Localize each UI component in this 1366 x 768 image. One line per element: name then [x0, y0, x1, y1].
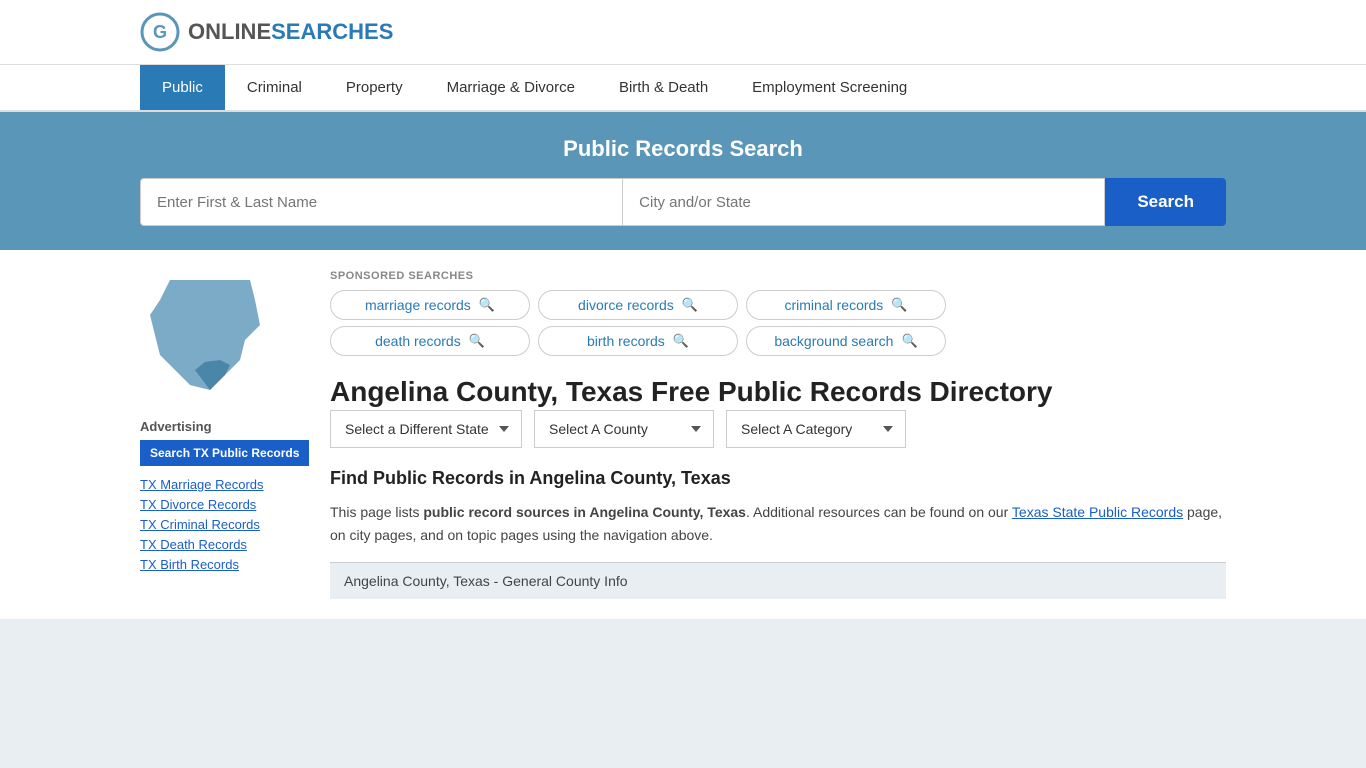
city-input[interactable] — [623, 178, 1105, 226]
tag-death-search-icon: 🔍 — [469, 333, 485, 349]
sponsored-tags-row2: death records 🔍 birth records 🔍 backgrou… — [330, 326, 1226, 356]
tag-death-text: death records — [375, 333, 461, 349]
nav-item-property[interactable]: Property — [324, 65, 425, 110]
category-dropdown[interactable]: Select A Category — [726, 410, 906, 448]
find-bold-1: public record sources in Angelina County… — [423, 504, 746, 520]
tag-divorce-search-icon: 🔍 — [682, 297, 698, 313]
main-nav: Public Criminal Property Marriage & Divo… — [0, 65, 1366, 112]
sponsored-label: SPONSORED SEARCHES — [330, 270, 1226, 282]
sponsored-tags-row1: marriage records 🔍 divorce records 🔍 cri… — [330, 290, 1226, 320]
tag-criminal-text: criminal records — [785, 297, 884, 313]
search-button[interactable]: Search — [1105, 178, 1226, 226]
sidebar: Advertising Search TX Public Records TX … — [140, 270, 310, 599]
state-dropdown[interactable]: Select a Different State — [330, 410, 522, 448]
general-info-bar: Angelina County, Texas - General County … — [330, 562, 1226, 599]
sidebar-link-divorce[interactable]: TX Divorce Records — [140, 496, 310, 512]
page-title: Angelina County, Texas Free Public Recor… — [330, 374, 1226, 410]
find-section-title: Find Public Records in Angelina County, … — [330, 468, 1226, 489]
find-section: Find Public Records in Angelina County, … — [330, 468, 1226, 546]
nav-item-marriage-divorce[interactable]: Marriage & Divorce — [425, 65, 597, 110]
sidebar-link-death[interactable]: TX Death Records — [140, 536, 310, 552]
sidebar-link-marriage[interactable]: TX Marriage Records — [140, 476, 310, 492]
advertising-label: Advertising — [140, 419, 310, 434]
tag-criminal[interactable]: criminal records 🔍 — [746, 290, 946, 320]
logo-online: ONLINE — [188, 19, 271, 44]
tag-birth-search-icon: 🔍 — [673, 333, 689, 349]
tag-birth-text: birth records — [587, 333, 665, 349]
tag-divorce-text: divorce records — [578, 297, 674, 313]
find-text-1: This page lists — [330, 504, 423, 520]
logo: G ONLINESEARCHES — [140, 12, 393, 52]
nav-item-public[interactable]: Public — [140, 65, 225, 110]
tag-marriage-text: marriage records — [365, 297, 471, 313]
texas-records-link[interactable]: Texas State Public Records — [1012, 504, 1183, 520]
tag-background-search-icon: 🔍 — [901, 333, 917, 349]
tag-divorce[interactable]: divorce records 🔍 — [538, 290, 738, 320]
texas-map-icon — [140, 270, 280, 400]
ad-button[interactable]: Search TX Public Records — [140, 440, 309, 466]
nav-item-birth-death[interactable]: Birth & Death — [597, 65, 730, 110]
nav-item-criminal[interactable]: Criminal — [225, 65, 324, 110]
tag-birth[interactable]: birth records 🔍 — [538, 326, 738, 356]
sidebar-link-criminal[interactable]: TX Criminal Records — [140, 516, 310, 532]
nav-item-employment[interactable]: Employment Screening — [730, 65, 929, 110]
page-title-section: Angelina County, Texas Free Public Recor… — [330, 374, 1226, 410]
find-section-text: This page lists public record sources in… — [330, 501, 1226, 546]
search-form: Search — [140, 178, 1226, 226]
tag-background-text: background search — [774, 333, 893, 349]
logo-text: ONLINESEARCHES — [188, 19, 393, 45]
tag-criminal-search-icon: 🔍 — [891, 297, 907, 313]
tag-background[interactable]: background search 🔍 — [746, 326, 946, 356]
logo-searches: SEARCHES — [271, 19, 393, 44]
sidebar-links: TX Marriage Records TX Divorce Records T… — [140, 476, 310, 572]
main-content: Advertising Search TX Public Records TX … — [0, 250, 1366, 619]
logo-icon: G — [140, 12, 180, 52]
svg-text:G: G — [153, 22, 167, 42]
search-banner-title: Public Records Search — [140, 136, 1226, 162]
tag-marriage-search-icon: 🔍 — [479, 297, 495, 313]
header: G ONLINESEARCHES — [0, 0, 1366, 65]
tag-marriage[interactable]: marriage records 🔍 — [330, 290, 530, 320]
tag-death[interactable]: death records 🔍 — [330, 326, 530, 356]
content-area: SPONSORED SEARCHES marriage records 🔍 di… — [330, 270, 1226, 599]
name-input[interactable] — [140, 178, 623, 226]
search-banner: Public Records Search Search — [0, 112, 1366, 250]
sidebar-link-birth[interactable]: TX Birth Records — [140, 556, 310, 572]
sponsored-searches: SPONSORED SEARCHES marriage records 🔍 di… — [330, 270, 1226, 356]
find-text-2: . Additional resources can be found on o… — [746, 504, 1012, 520]
dropdowns: Select a Different State Select A County… — [330, 410, 1226, 448]
county-dropdown[interactable]: Select A County — [534, 410, 714, 448]
